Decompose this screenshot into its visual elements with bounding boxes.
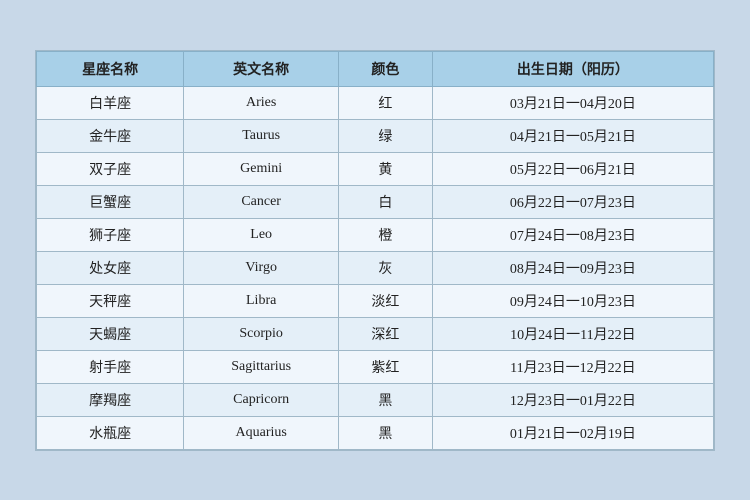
table-row: 天蝎座Scorpio深红10月24日一11月22日 (37, 317, 714, 350)
header-english-name: 英文名称 (184, 51, 339, 86)
cell-english-name: Leo (184, 218, 339, 251)
cell-chinese-name: 天秤座 (37, 284, 184, 317)
table-body: 白羊座Aries红03月21日一04月20日金牛座Taurus绿04月21日一0… (37, 86, 714, 449)
cell-dates: 03月21日一04月20日 (432, 86, 713, 119)
cell-chinese-name: 金牛座 (37, 119, 184, 152)
cell-dates: 09月24日一10月23日 (432, 284, 713, 317)
cell-english-name: Scorpio (184, 317, 339, 350)
table-row: 双子座Gemini黄05月22日一06月21日 (37, 152, 714, 185)
cell-color: 黑 (339, 383, 433, 416)
cell-chinese-name: 双子座 (37, 152, 184, 185)
cell-english-name: Gemini (184, 152, 339, 185)
zodiac-table-container: 星座名称 英文名称 颜色 出生日期（阳历） 白羊座Aries红03月21日一04… (35, 50, 715, 451)
header-dates: 出生日期（阳历） (432, 51, 713, 86)
cell-chinese-name: 摩羯座 (37, 383, 184, 416)
zodiac-table: 星座名称 英文名称 颜色 出生日期（阳历） 白羊座Aries红03月21日一04… (36, 51, 714, 450)
table-row: 白羊座Aries红03月21日一04月20日 (37, 86, 714, 119)
table-row: 巨蟹座Cancer白06月22日一07月23日 (37, 185, 714, 218)
cell-english-name: Aries (184, 86, 339, 119)
cell-dates: 10月24日一11月22日 (432, 317, 713, 350)
header-color: 颜色 (339, 51, 433, 86)
header-chinese-name: 星座名称 (37, 51, 184, 86)
cell-color: 淡红 (339, 284, 433, 317)
cell-english-name: Capricorn (184, 383, 339, 416)
cell-color: 橙 (339, 218, 433, 251)
cell-chinese-name: 处女座 (37, 251, 184, 284)
cell-dates: 12月23日一01月22日 (432, 383, 713, 416)
cell-chinese-name: 水瓶座 (37, 416, 184, 449)
cell-dates: 06月22日一07月23日 (432, 185, 713, 218)
cell-english-name: Taurus (184, 119, 339, 152)
cell-english-name: Aquarius (184, 416, 339, 449)
cell-english-name: Cancer (184, 185, 339, 218)
table-row: 射手座Sagittarius紫红11月23日一12月22日 (37, 350, 714, 383)
table-row: 处女座Virgo灰08月24日一09月23日 (37, 251, 714, 284)
cell-color: 红 (339, 86, 433, 119)
cell-color: 绿 (339, 119, 433, 152)
cell-color: 深红 (339, 317, 433, 350)
cell-chinese-name: 巨蟹座 (37, 185, 184, 218)
cell-chinese-name: 狮子座 (37, 218, 184, 251)
cell-dates: 01月21日一02月19日 (432, 416, 713, 449)
table-row: 天秤座Libra淡红09月24日一10月23日 (37, 284, 714, 317)
cell-dates: 08月24日一09月23日 (432, 251, 713, 284)
cell-color: 黑 (339, 416, 433, 449)
cell-chinese-name: 射手座 (37, 350, 184, 383)
table-row: 水瓶座Aquarius黑01月21日一02月19日 (37, 416, 714, 449)
cell-color: 黄 (339, 152, 433, 185)
cell-color: 紫红 (339, 350, 433, 383)
cell-dates: 11月23日一12月22日 (432, 350, 713, 383)
table-row: 狮子座Leo橙07月24日一08月23日 (37, 218, 714, 251)
cell-dates: 04月21日一05月21日 (432, 119, 713, 152)
table-header-row: 星座名称 英文名称 颜色 出生日期（阳历） (37, 51, 714, 86)
cell-chinese-name: 天蝎座 (37, 317, 184, 350)
cell-chinese-name: 白羊座 (37, 86, 184, 119)
cell-dates: 07月24日一08月23日 (432, 218, 713, 251)
cell-color: 灰 (339, 251, 433, 284)
cell-english-name: Virgo (184, 251, 339, 284)
cell-english-name: Libra (184, 284, 339, 317)
table-row: 金牛座Taurus绿04月21日一05月21日 (37, 119, 714, 152)
table-row: 摩羯座Capricorn黑12月23日一01月22日 (37, 383, 714, 416)
cell-english-name: Sagittarius (184, 350, 339, 383)
cell-dates: 05月22日一06月21日 (432, 152, 713, 185)
cell-color: 白 (339, 185, 433, 218)
